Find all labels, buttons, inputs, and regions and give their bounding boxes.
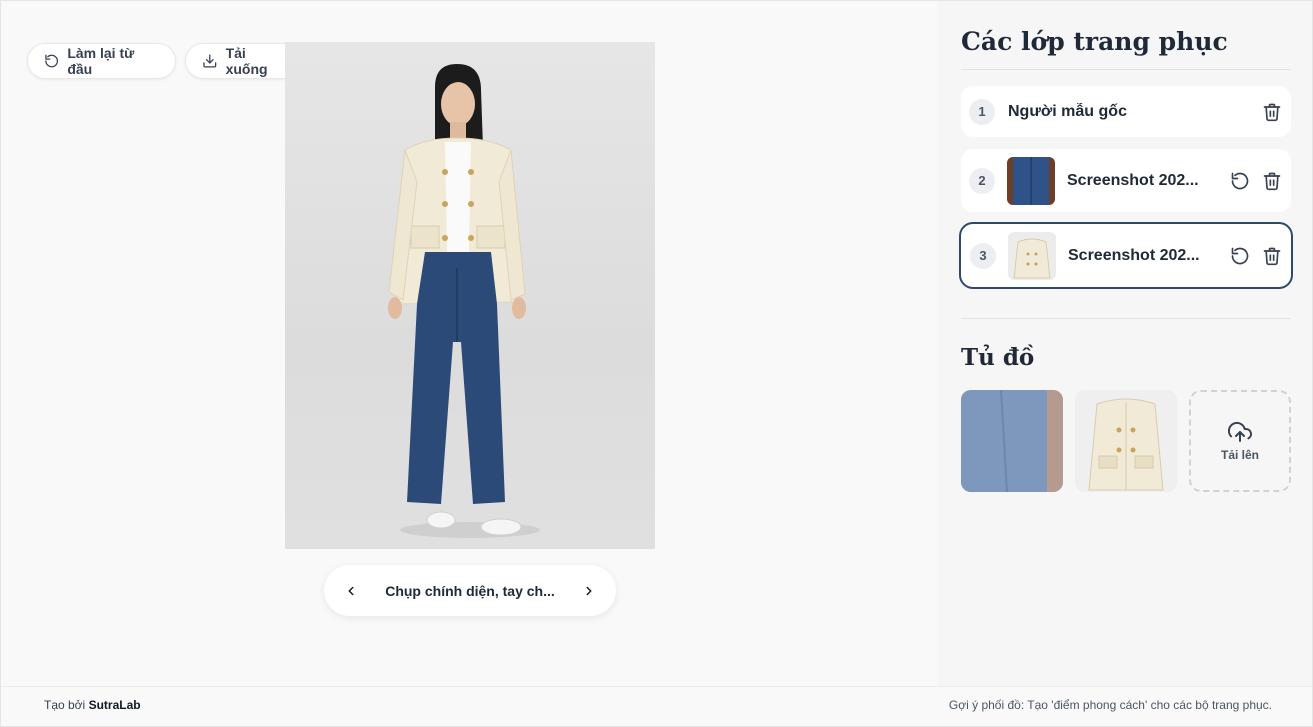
upload-button[interactable]: Tải lên xyxy=(1189,390,1291,492)
trash-icon xyxy=(1263,247,1281,265)
delete-layer-button[interactable] xyxy=(1261,245,1283,267)
model-preview-image xyxy=(285,42,655,549)
pose-navigator: Chụp chính diện, tay ch... xyxy=(324,565,616,616)
panel-title: Các lớp trang phục xyxy=(961,27,1228,56)
pose-label: Chụp chính diện, tay ch... xyxy=(385,582,555,599)
layer-number: 3 xyxy=(970,242,996,269)
jeans-thumbnail xyxy=(1007,156,1055,205)
footer: Tạo bởi SutraLab Gợi ý phối đồ: Tạo 'điể… xyxy=(1,686,1312,726)
layer-item-2[interactable]: 2 Screenshot 202... xyxy=(961,149,1291,212)
outfit-layers-panel: Các lớp trang phục 1 Người mẫu gốc 2 Scr… xyxy=(937,1,1312,686)
layer-number: 1 xyxy=(969,98,995,125)
layer-name: Screenshot 202... xyxy=(1068,246,1200,264)
redo-icon xyxy=(1231,172,1249,189)
download-icon xyxy=(203,54,217,68)
regenerate-layer-button[interactable] xyxy=(1229,170,1251,192)
footer-credit: Tạo bởi SutraLab xyxy=(44,698,141,712)
previous-pose-button[interactable] xyxy=(342,582,360,600)
regenerate-layer-button[interactable] xyxy=(1229,245,1251,267)
reset-icon xyxy=(45,54,59,68)
chevron-right-icon xyxy=(586,586,592,595)
delete-layer-button[interactable] xyxy=(1261,170,1283,192)
wardrobe-title: Tủ đồ xyxy=(961,344,1035,371)
chevron-left-icon xyxy=(348,586,354,595)
layer-number: 2 xyxy=(969,167,995,194)
divider xyxy=(961,69,1291,70)
cloud-upload-icon xyxy=(1228,421,1252,442)
styling-tip: Gợi ý phối đồ: Tạo 'điểm phong cách' cho… xyxy=(948,698,1272,712)
credit-brand-link[interactable]: SutraLab xyxy=(89,698,141,712)
download-button-label: Tải xuống xyxy=(225,45,268,77)
trash-icon xyxy=(1263,103,1281,121)
wardrobe-item-jacket[interactable] xyxy=(1075,390,1177,492)
layer-name: Screenshot 202... xyxy=(1067,171,1199,189)
layer-item-1[interactable]: 1 Người mẫu gốc xyxy=(961,86,1291,137)
trash-icon xyxy=(1263,172,1281,190)
next-pose-button[interactable] xyxy=(580,582,598,600)
reset-button[interactable]: Làm lại từ đầu xyxy=(27,43,176,79)
upload-label: Tải lên xyxy=(1220,448,1259,462)
wardrobe-item-jeans[interactable] xyxy=(961,390,1063,492)
jacket-thumbnail xyxy=(1008,231,1056,280)
layer-name: Người mẫu gốc xyxy=(1008,102,1127,120)
preview-area: Làm lại từ đầu Tải xuống Chụp chính diện… xyxy=(1,1,937,686)
reset-button-label: Làm lại từ đầu xyxy=(67,45,135,77)
credit-prefix: Tạo bởi xyxy=(44,698,89,712)
layer-item-3[interactable]: 3 Screenshot 202... xyxy=(959,222,1293,289)
delete-layer-button[interactable] xyxy=(1261,101,1283,123)
divider xyxy=(961,318,1291,319)
redo-icon xyxy=(1231,247,1249,264)
